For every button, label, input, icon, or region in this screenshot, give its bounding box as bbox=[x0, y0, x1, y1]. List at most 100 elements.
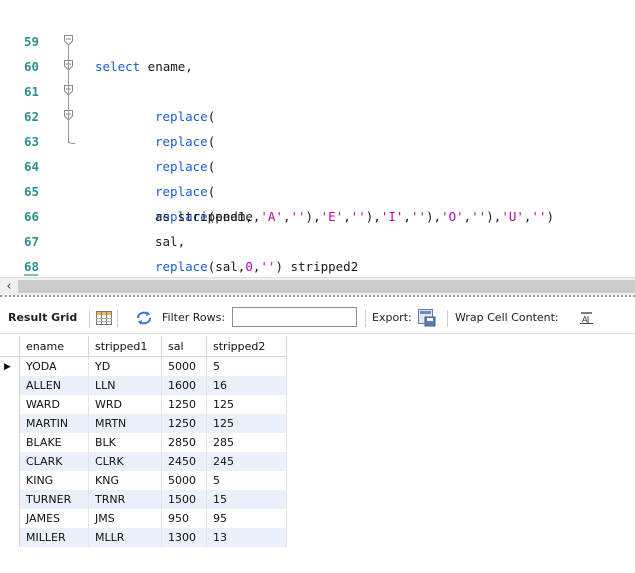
table-cell-sal[interactable]: 1600 bbox=[161, 376, 207, 395]
table-row[interactable]: MILLER MLLR 1300 13 bbox=[0, 528, 287, 547]
table-cell-sal[interactable]: 5000 bbox=[161, 356, 207, 376]
result-grid-tab[interactable]: Result Grid bbox=[8, 303, 77, 333]
table-row[interactable]: JAMES JMS 950 95 bbox=[0, 509, 287, 528]
table-cell-sal[interactable]: 2850 bbox=[161, 433, 207, 452]
table-cell-stripped1[interactable]: TRNR bbox=[88, 490, 162, 509]
code-line-62: 62 replace( bbox=[0, 79, 635, 174]
filter-rows-input[interactable] bbox=[232, 307, 357, 327]
table-cell-stripped2[interactable]: 15 bbox=[206, 490, 287, 509]
column-header-stripped1[interactable]: stripped1 bbox=[88, 336, 162, 357]
wrap-cell-content-label: Wrap Cell Content: bbox=[455, 311, 559, 324]
code-line-59: 59 select ename, bbox=[0, 4, 635, 74]
export-icon[interactable] bbox=[418, 309, 436, 330]
toolbar-divider bbox=[365, 310, 366, 327]
table-cell-ename[interactable]: TURNER bbox=[19, 490, 89, 509]
table-cell-sal[interactable]: 5000 bbox=[161, 471, 207, 490]
table-cell-stripped2[interactable]: 125 bbox=[206, 395, 287, 414]
table-cell-stripped1[interactable]: LLN bbox=[88, 376, 162, 395]
header-row: ename stripped1 sal stripped2 bbox=[0, 336, 287, 357]
grid-view-icon[interactable] bbox=[96, 311, 112, 328]
table-cell-ename[interactable]: MARTIN bbox=[19, 414, 89, 433]
table-cell-stripped1[interactable]: BLK bbox=[88, 433, 162, 452]
result-toolbar: Result Grid Filter Rows: Export: Wrap Ce… bbox=[0, 303, 635, 334]
table-cell-ename[interactable]: ALLEN bbox=[19, 376, 89, 395]
fold-toggle-icon[interactable] bbox=[64, 35, 73, 46]
refresh-icon[interactable] bbox=[136, 311, 152, 328]
toolbar-divider bbox=[89, 310, 90, 327]
row-indicator[interactable] bbox=[0, 376, 20, 395]
code-line-63: 63 replace( bbox=[0, 104, 635, 199]
table-cell-stripped2[interactable]: 16 bbox=[206, 376, 287, 395]
column-header-stripped2[interactable]: stripped2 bbox=[206, 336, 287, 357]
code-line-64: 64 replace(ename,'A',''),'E',''),'I','')… bbox=[0, 129, 635, 224]
table-cell-sal[interactable]: 950 bbox=[161, 509, 207, 528]
table-row[interactable]: ALLEN LLN 1600 16 bbox=[0, 376, 287, 395]
table-cell-stripped1[interactable]: YD bbox=[88, 356, 162, 376]
row-indicator[interactable] bbox=[0, 509, 20, 528]
scrollbar-thumb[interactable] bbox=[18, 280, 635, 293]
table-cell-stripped1[interactable]: WRD bbox=[88, 395, 162, 414]
toolbar-divider bbox=[117, 310, 118, 327]
code-line-61: 61 replace( bbox=[0, 54, 635, 149]
row-indicator[interactable] bbox=[0, 395, 20, 414]
table-row[interactable]: BLAKE BLK 2850 285 bbox=[0, 433, 287, 452]
export-label: Export: bbox=[372, 311, 412, 324]
code-line-67: 67 replace(sal,0,'') stripped2 bbox=[0, 204, 635, 274]
row-indicator[interactable] bbox=[0, 452, 20, 471]
table-row[interactable]: ▶ YODA YD 5000 5 bbox=[0, 356, 287, 376]
fold-end-marker bbox=[68, 129, 75, 144]
table-row[interactable]: KING KNG 5000 5 bbox=[0, 471, 287, 490]
table-cell-stripped2[interactable]: 5 bbox=[206, 471, 287, 490]
table-cell-stripped2[interactable]: 95 bbox=[206, 509, 287, 528]
table-row[interactable]: CLARK CLRK 2450 245 bbox=[0, 452, 287, 471]
table-cell-ename[interactable]: JAMES bbox=[19, 509, 89, 528]
table-cell-stripped1[interactable]: CLRK bbox=[88, 452, 162, 471]
code-line-65: 65 as stripped1, bbox=[0, 154, 635, 224]
code-line-68: 68 from emp bbox=[0, 229, 635, 274]
sql-editor[interactable]: 59 select ename, 60 replace( 61 replace(… bbox=[0, 0, 635, 277]
table-cell-stripped1[interactable]: MRTN bbox=[88, 414, 162, 433]
table-row[interactable]: WARD WRD 1250 125 bbox=[0, 395, 287, 414]
table-cell-ename[interactable]: MILLER bbox=[19, 528, 89, 547]
partial-line-number bbox=[24, 270, 54, 277]
table-row[interactable]: TURNER TRNR 1500 15 bbox=[0, 490, 287, 509]
code-text: replace(sal,0,'') stripped2 bbox=[155, 259, 359, 274]
toolbar-divider bbox=[447, 310, 448, 327]
table-cell-stripped1[interactable]: MLLR bbox=[88, 528, 162, 547]
table-cell-sal[interactable]: 1300 bbox=[161, 528, 207, 547]
table-cell-sal[interactable]: 1250 bbox=[161, 395, 207, 414]
table-row[interactable]: MARTIN MRTN 1250 125 bbox=[0, 414, 287, 433]
scroll-left-icon[interactable]: ‹ bbox=[3, 278, 15, 295]
column-header-ename[interactable]: ename bbox=[19, 336, 89, 357]
table-cell-stripped2[interactable]: 5 bbox=[206, 356, 287, 376]
result-table: ename stripped1 sal stripped2 ▶ YODA YD 500… bbox=[0, 336, 287, 547]
table-cell-stripped2[interactable]: 13 bbox=[206, 528, 287, 547]
row-indicator[interactable] bbox=[0, 528, 20, 547]
row-indicator[interactable] bbox=[0, 471, 20, 490]
column-header-sal[interactable]: sal bbox=[161, 336, 207, 357]
row-indicator[interactable] bbox=[0, 414, 20, 433]
code-line-66: 66 sal, bbox=[0, 179, 635, 249]
wrap-text-icon[interactable]: A bbox=[580, 312, 593, 327]
table-cell-stripped2[interactable]: 125 bbox=[206, 414, 287, 433]
svg-text:A: A bbox=[582, 315, 588, 324]
table-cell-ename[interactable]: CLARK bbox=[19, 452, 89, 471]
row-indicator[interactable] bbox=[0, 490, 20, 509]
table-cell-stripped2[interactable]: 285 bbox=[206, 433, 287, 452]
table-cell-ename[interactable]: YODA bbox=[19, 356, 89, 376]
table-cell-stripped1[interactable]: KNG bbox=[88, 471, 162, 490]
horizontal-scrollbar[interactable]: ‹ bbox=[0, 277, 635, 295]
table-cell-sal[interactable]: 2450 bbox=[161, 452, 207, 471]
table-cell-stripped1[interactable]: JMS bbox=[88, 509, 162, 528]
table-cell-ename[interactable]: WARD bbox=[19, 395, 89, 414]
panel-splitter[interactable] bbox=[0, 295, 635, 301]
table-cell-ename[interactable]: BLAKE bbox=[19, 433, 89, 452]
current-row-indicator-icon[interactable]: ▶ bbox=[0, 356, 20, 376]
table-cell-sal[interactable]: 1250 bbox=[161, 414, 207, 433]
table-cell-stripped2[interactable]: 245 bbox=[206, 452, 287, 471]
table-cell-ename[interactable]: KING bbox=[19, 471, 89, 490]
row-indicator-header bbox=[0, 336, 20, 357]
table-cell-sal[interactable]: 1500 bbox=[161, 490, 207, 509]
filter-rows-label: Filter Rows: bbox=[162, 311, 226, 324]
row-indicator[interactable] bbox=[0, 433, 20, 452]
